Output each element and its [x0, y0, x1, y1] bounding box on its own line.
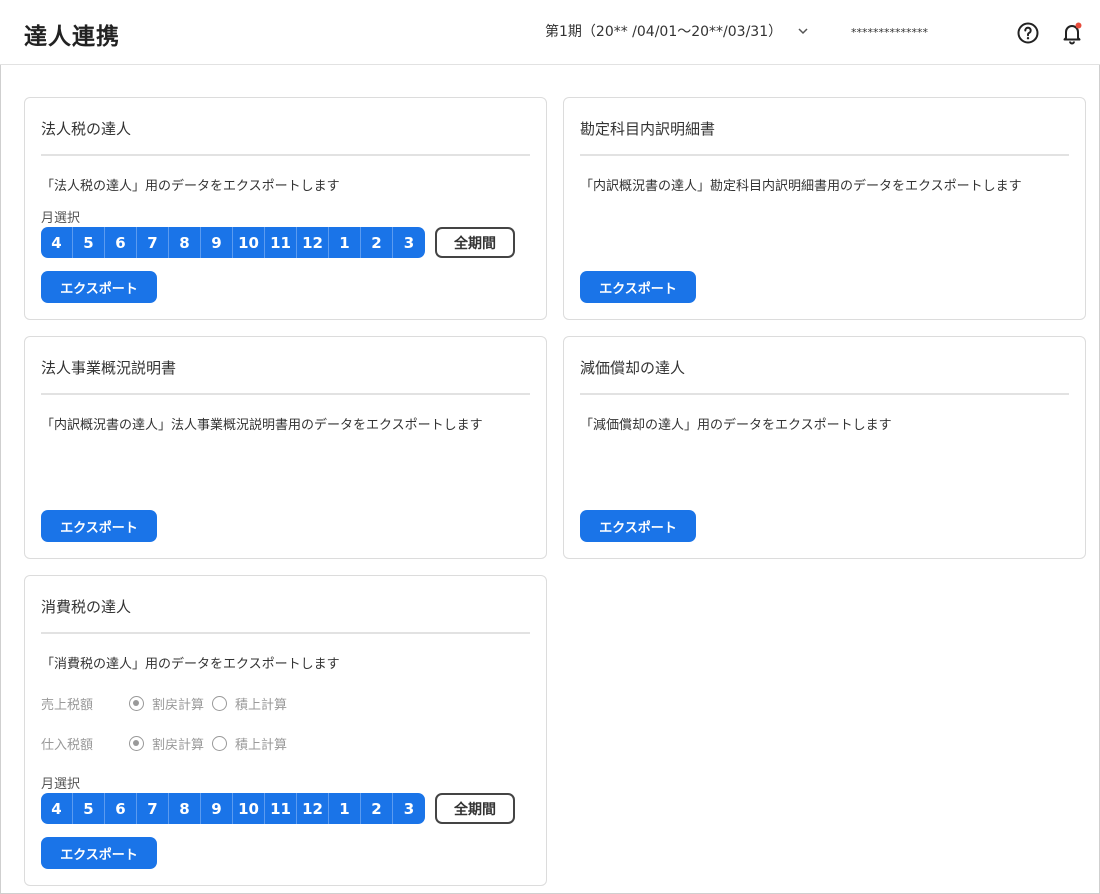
period-select[interactable]: 第1期（20** /04/01〜20**/03/31） [545, 21, 810, 41]
export-button[interactable]: エクスポート [41, 271, 157, 303]
month-button[interactable]: 4 [41, 793, 73, 824]
month-button[interactable]: 7 [137, 793, 169, 824]
card-depreciation: 減価償却の達人 「減価償却の達人」用のデータをエクスポートします エクスポート [563, 336, 1086, 559]
card-description: 「減価償却の達人」用のデータをエクスポートします [580, 418, 892, 433]
export-button[interactable]: エクスポート [580, 271, 696, 303]
month-button[interactable]: 11 [265, 793, 297, 824]
month-selector: 4 5 6 7 8 9 10 11 12 1 2 3 [41, 793, 425, 824]
month-button[interactable]: 11 [265, 227, 297, 258]
sales-tax-stack-option[interactable]: 積上計算 [212, 694, 287, 713]
month-button[interactable]: 4 [41, 227, 73, 258]
month-button[interactable]: 9 [201, 227, 233, 258]
card-title: 消費税の達人 [41, 598, 132, 616]
month-button[interactable]: 2 [361, 227, 393, 258]
card-title: 減価償却の達人 [580, 359, 686, 377]
divider [580, 393, 1069, 395]
radio-label: 割戻計算 [152, 698, 205, 713]
radio-label: 積上計算 [235, 698, 288, 713]
notification-bell-icon[interactable] [1060, 21, 1084, 45]
month-button[interactable]: 9 [201, 793, 233, 824]
month-button[interactable]: 8 [169, 793, 201, 824]
company-name: ************** [851, 26, 928, 39]
card-description: 「内訳概況書の達人」法人事業概況説明書用のデータをエクスポートします [41, 418, 483, 433]
card-corporate-tax: 法人税の達人 「法人税の達人」用のデータをエクスポートします 月選択 4 5 6… [24, 97, 547, 320]
purchase-tax-split-option[interactable]: 割戻計算 [129, 734, 204, 753]
month-button[interactable]: 6 [105, 227, 137, 258]
month-select-label: 月選択 [41, 211, 81, 226]
purchase-tax-row: 仕入税額 割戻計算 積上計算 [41, 734, 295, 753]
month-button[interactable]: 1 [329, 227, 361, 258]
full-period-button[interactable]: 全期間 [435, 793, 515, 824]
export-button[interactable]: エクスポート [41, 510, 157, 542]
export-button[interactable]: エクスポート [41, 837, 157, 869]
month-button[interactable]: 2 [361, 793, 393, 824]
sales-tax-label: 売上税額 [41, 698, 94, 713]
card-title: 法人事業概況説明書 [41, 359, 177, 377]
radio-checked-icon [129, 736, 144, 751]
month-select-label: 月選択 [41, 777, 81, 792]
card-description: 「消費税の達人」用のデータをエクスポートします [41, 657, 340, 672]
month-button[interactable]: 10 [233, 793, 265, 824]
sales-tax-split-option[interactable]: 割戻計算 [129, 694, 204, 713]
page-title: 達人連携 [24, 24, 120, 50]
radio-unchecked-icon [212, 696, 228, 711]
radio-unchecked-icon [212, 736, 228, 751]
help-icon[interactable] [1016, 21, 1040, 45]
radio-label: 割戻計算 [152, 738, 205, 753]
divider [580, 154, 1069, 156]
month-button[interactable]: 12 [297, 793, 329, 824]
header: 達人連携 第1期（20** /04/01〜20**/03/31） *******… [0, 0, 1100, 65]
full-period-button[interactable]: 全期間 [435, 227, 515, 258]
card-description: 「内訳概況書の達人」勘定科目内訳明細書用のデータをエクスポートします [580, 179, 1022, 194]
month-button[interactable]: 3 [393, 227, 425, 258]
card-title: 法人税の達人 [41, 120, 132, 138]
month-selector: 4 5 6 7 8 9 10 11 12 1 2 3 [41, 227, 425, 258]
radio-checked-icon [129, 696, 144, 711]
divider [41, 393, 530, 395]
month-button[interactable]: 6 [105, 793, 137, 824]
card-business-overview: 法人事業概況説明書 「内訳概況書の達人」法人事業概況説明書用のデータをエクスポー… [24, 336, 547, 559]
month-button[interactable]: 10 [233, 227, 265, 258]
chevron-down-icon [798, 28, 808, 35]
month-button[interactable]: 7 [137, 227, 169, 258]
month-button[interactable]: 12 [297, 227, 329, 258]
card-account-detail: 勘定科目内訳明細書 「内訳概況書の達人」勘定科目内訳明細書用のデータをエクスポー… [563, 97, 1086, 320]
purchase-tax-label: 仕入税額 [41, 738, 94, 753]
radio-label: 積上計算 [235, 738, 288, 753]
purchase-tax-stack-option[interactable]: 積上計算 [212, 734, 287, 753]
month-button[interactable]: 5 [73, 793, 105, 824]
divider [41, 154, 530, 156]
card-consumption-tax: 消費税の達人 「消費税の達人」用のデータをエクスポートします 売上税額 割戻計算… [24, 575, 547, 886]
month-button[interactable]: 5 [73, 227, 105, 258]
month-button[interactable]: 8 [169, 227, 201, 258]
sales-tax-row: 売上税額 割戻計算 積上計算 [41, 694, 295, 713]
divider [41, 632, 530, 634]
card-title: 勘定科目内訳明細書 [580, 120, 716, 138]
period-label: 第1期（20** /04/01〜20**/03/31） [545, 24, 783, 40]
month-button[interactable]: 3 [393, 793, 425, 824]
export-button[interactable]: エクスポート [580, 510, 696, 542]
card-description: 「法人税の達人」用のデータをエクスポートします [41, 179, 340, 194]
month-button[interactable]: 1 [329, 793, 361, 824]
